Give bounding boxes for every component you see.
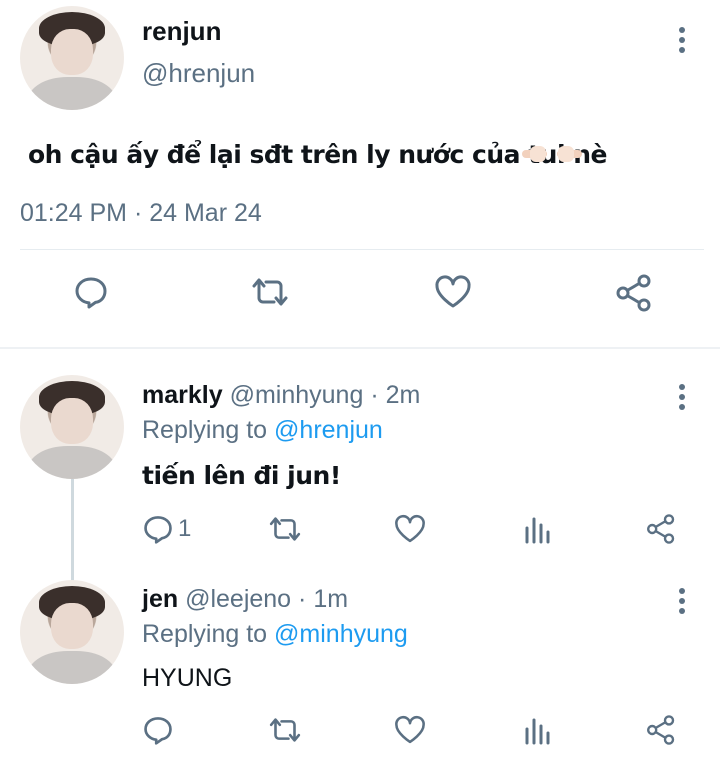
reply-text: HYUNG bbox=[142, 664, 233, 692]
avatar-body bbox=[28, 76, 116, 110]
reply-text: tiến lên đi jun! bbox=[142, 461, 341, 490]
main-tweet: renjun @hrenjun oh cậu ấy để lại sđt trê… bbox=[0, 0, 720, 350]
reply-avatar[interactable] bbox=[20, 580, 124, 684]
reply-count: 1 bbox=[178, 515, 192, 542]
avatar-body bbox=[28, 445, 116, 479]
display-name[interactable]: markly bbox=[142, 381, 223, 409]
like-icon bbox=[395, 715, 425, 744]
more-vertical-icon[interactable] bbox=[678, 588, 686, 618]
more-vertical-icon[interactable] bbox=[678, 27, 686, 57]
pointing-hands-emoji-icon bbox=[522, 146, 582, 162]
time-ago: · 1m bbox=[298, 585, 349, 613]
replying-to: Replying to @minhyung bbox=[142, 620, 408, 649]
share-icon bbox=[647, 514, 675, 544]
user-handle[interactable]: @minhyung bbox=[230, 381, 364, 409]
analytics-button[interactable] bbox=[522, 714, 552, 746]
reply-button[interactable] bbox=[73, 274, 109, 310]
share-button[interactable] bbox=[645, 714, 677, 746]
avatar-face bbox=[51, 397, 93, 444]
like-button[interactable] bbox=[433, 274, 473, 310]
avatar[interactable] bbox=[20, 6, 124, 110]
avatar-face bbox=[51, 28, 93, 75]
share-button[interactable] bbox=[614, 274, 654, 312]
timestamp: 01:24 PM · 24 Mar 24 bbox=[20, 199, 262, 227]
section-separator bbox=[0, 347, 720, 349]
analytics-icon bbox=[525, 517, 550, 544]
display-name[interactable]: renjun bbox=[142, 16, 221, 47]
retweet-button[interactable] bbox=[266, 714, 304, 746]
avatar-face bbox=[51, 602, 93, 649]
share-icon bbox=[647, 715, 675, 745]
reply-button[interactable] bbox=[142, 714, 174, 746]
retweet-button[interactable] bbox=[266, 513, 304, 545]
user-handle[interactable]: @hrenjun bbox=[142, 58, 255, 89]
share-button[interactable] bbox=[645, 513, 677, 545]
retweet-icon bbox=[269, 517, 301, 541]
analytics-icon bbox=[525, 718, 550, 745]
share-icon bbox=[616, 274, 651, 312]
reply-action-bar bbox=[0, 714, 720, 760]
reply-button[interactable]: 1 bbox=[142, 513, 191, 545]
divider bbox=[20, 249, 704, 250]
display-name[interactable]: jen bbox=[142, 585, 178, 613]
retweet-icon bbox=[252, 278, 288, 306]
reply-icon bbox=[144, 516, 172, 544]
reply-icon bbox=[144, 717, 172, 745]
replying-to-link[interactable]: @minhyung bbox=[274, 620, 408, 648]
retweet-icon bbox=[269, 718, 301, 742]
like-button[interactable] bbox=[393, 513, 427, 545]
reply-icon bbox=[75, 277, 107, 309]
like-button[interactable] bbox=[393, 714, 427, 746]
main-action-bar bbox=[0, 274, 720, 324]
time-ago: · 2m bbox=[370, 381, 421, 409]
more-vertical-icon[interactable] bbox=[678, 384, 686, 414]
analytics-button[interactable] bbox=[522, 513, 552, 545]
retweet-button[interactable] bbox=[248, 274, 292, 310]
replying-to: Replying to @hrenjun bbox=[142, 416, 383, 445]
replying-label: Replying to bbox=[142, 620, 268, 648]
reply-header: markly @minhyung · 2m bbox=[142, 381, 420, 410]
reply-tweet-2: jen @leejeno · 1m Replying to @minhyung … bbox=[0, 574, 720, 754]
user-handle[interactable]: @leejeno bbox=[185, 585, 291, 613]
reply-action-bar: 1 bbox=[0, 513, 720, 563]
replying-to-link[interactable]: @hrenjun bbox=[274, 416, 383, 444]
like-icon bbox=[435, 275, 471, 308]
reply-tweet-1: markly @minhyung · 2m Replying to @hrenj… bbox=[0, 370, 720, 550]
replying-label: Replying to bbox=[142, 416, 268, 444]
reply-avatar[interactable] bbox=[20, 375, 124, 479]
avatar-body bbox=[28, 650, 116, 684]
reply-header: jen @leejeno · 1m bbox=[142, 585, 348, 614]
like-icon bbox=[395, 514, 425, 543]
